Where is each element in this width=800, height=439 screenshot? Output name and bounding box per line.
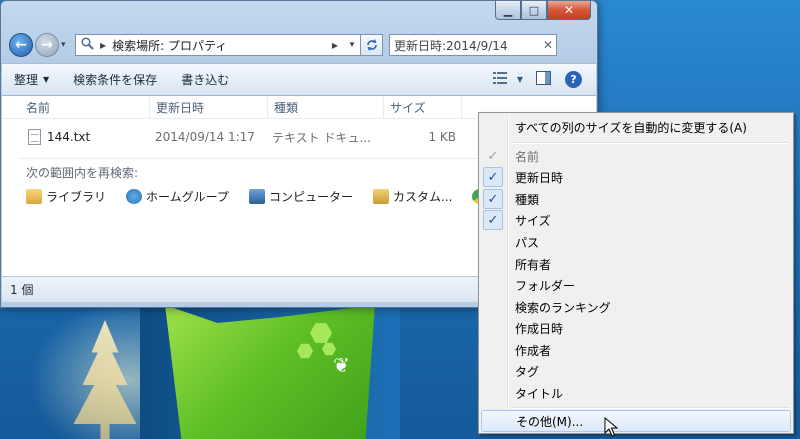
back-button[interactable]: ← [9,33,33,57]
view-controls: ▼ ? [487,64,596,95]
maximize-button[interactable]: □ [521,1,547,20]
menu-item-label: 作成者 [515,343,552,358]
menu-item-column-tags[interactable]: タグ [481,360,791,382]
menu-item-label: パス [515,235,540,250]
menu-item-column-title[interactable]: タイトル [481,382,791,404]
search-again-locations: ライブラリ ホームグループ コンピューター カスタム... イ [26,188,524,205]
address-bar[interactable]: ▶ 検索場所: プロパティ ▶ ▾ [75,34,361,56]
menu-item-more-columns[interactable]: その他(M)... [481,410,791,432]
caption-buttons: ▁ □ ✕ [495,1,591,21]
forward-button[interactable]: → [35,33,59,57]
column-context-menu: すべての列のサイズを自動的に変更する(A) ✓ 名前 ✓ 更新日時 ✓ 種類 ✓… [478,112,794,434]
menu-item-column-search-ranking[interactable]: 検索のランキング [481,296,791,318]
butterfly-icon: ❦ [333,353,350,377]
menu-separator [511,142,789,144]
minimize-button[interactable]: ▁ [495,1,521,20]
address-text[interactable]: 検索場所: プロパティ [112,37,330,54]
breadcrumb-chevron-icon[interactable]: ▶ [332,41,338,50]
menu-item-column-name[interactable]: ✓ 名前 [481,145,791,167]
checkmark-icon: ✓ [483,210,503,230]
column-header-type[interactable]: 種類 [268,96,384,119]
menu-item-label: 作成日時 [515,321,564,336]
menu-item-label: フォルダー [515,278,576,293]
search-again-label: 次の範囲内を再検索: [26,166,139,180]
preview-pane-icon[interactable] [527,71,559,88]
view-dropdown-icon[interactable]: ▼ [513,75,527,84]
checkmark-icon: ✓ [487,148,499,164]
menu-item-column-type[interactable]: ✓ 種類 [481,188,791,210]
menu-item-label: 種類 [515,192,540,207]
location-library[interactable]: ライブラリ [26,188,106,205]
menu-item-label: 所有者 [515,257,552,272]
menu-item-label: タイトル [515,386,564,401]
address-dropdown-button[interactable]: ▾ [344,40,360,50]
column-header-name[interactable]: 名前 [20,96,150,119]
clear-search-icon[interactable]: ✕ [540,38,556,52]
menu-item-label: 更新日時 [515,170,564,185]
location-label: ライブラリ [46,190,107,204]
location-label: カスタム... [392,190,453,204]
mouse-cursor-icon [604,417,618,437]
text-file-icon [28,129,41,145]
menu-item-label: タグ [515,364,540,379]
menu-item-column-modified[interactable]: ✓ 更新日時 [481,166,791,188]
menu-item-column-path[interactable]: パス [481,231,791,253]
breadcrumb-chevron-icon[interactable]: ▶ [100,41,106,50]
menu-item-label: すべての列のサイズを自動的に変更する(A) [515,120,747,135]
menu-item-column-owner[interactable]: 所有者 [481,253,791,275]
search-input[interactable]: 更新日時:2014/9/14 ✕ [389,34,557,56]
file-modified: 2014/09/14 1:17 [155,130,255,144]
menu-item-column-author[interactable]: 作成者 [481,339,791,361]
save-search-button[interactable]: 検索条件を保存 [61,64,169,95]
burn-button[interactable]: 書き込む [169,64,241,95]
chevron-down-icon: ▼ [43,75,50,84]
menu-item-column-size[interactable]: ✓ サイズ [481,209,791,231]
back-arrow-icon: ← [15,37,27,53]
menu-item-label: 検索のランキング [515,300,611,315]
view-options-icon[interactable] [487,72,513,87]
navigation-bar: ← → ▾ ▶ 検索場所: プロパティ ▶ ▾ 更新日時:2014/9/14 ✕ [9,32,593,58]
column-header-modified[interactable]: 更新日時 [150,96,268,119]
file-name-cell[interactable]: 144.txt [28,126,148,148]
location-computer[interactable]: コンピューター [248,188,353,205]
menu-item-column-folder[interactable]: フォルダー [481,274,791,296]
menu-item-auto-size-columns[interactable]: すべての列のサイズを自動的に変更する(A) [481,116,791,138]
location-label: ホームグループ [146,190,229,204]
checkmark-icon: ✓ [483,167,503,187]
refresh-button[interactable] [361,34,383,56]
close-button[interactable]: ✕ [547,1,591,20]
menu-separator [511,407,789,409]
menu-item-column-created[interactable]: 作成日時 [481,317,791,339]
location-custom[interactable]: カスタム... [372,188,453,205]
computer-icon [248,189,265,204]
command-bar: 整理 ▼ 検索条件を保存 書き込む ▼ ? [2,63,596,96]
forward-arrow-icon: → [41,37,53,53]
item-count: 1 個 [10,283,34,297]
history-dropdown-button[interactable]: ▾ [61,40,71,50]
menu-item-label: 名前 [515,149,540,164]
save-search-label: 検索条件を保存 [73,73,158,87]
organize-button[interactable]: 整理 ▼ [2,64,61,95]
file-size: 1 KB [428,130,456,144]
burn-label: 書き込む [181,73,230,87]
organize-label: 整理 [14,73,39,87]
file-name: 144.txt [47,130,91,144]
column-header-size[interactable]: サイズ [384,96,462,119]
location-label: コンピューター [268,190,353,204]
library-icon [26,189,42,204]
file-type: テキスト ドキュ... [272,130,371,145]
homegroup-icon [126,189,143,204]
folder-icon [372,189,389,204]
menu-item-label: その他(M)... [516,414,584,429]
checkmark-icon: ✓ [483,189,503,209]
help-icon[interactable]: ? [565,71,582,88]
menu-item-label: サイズ [515,213,551,228]
location-homegroup[interactable]: ホームグループ [126,188,229,205]
refresh-icon [366,39,377,51]
search-icon [76,37,98,53]
search-input-value[interactable]: 更新日時:2014/9/14 [394,37,540,54]
